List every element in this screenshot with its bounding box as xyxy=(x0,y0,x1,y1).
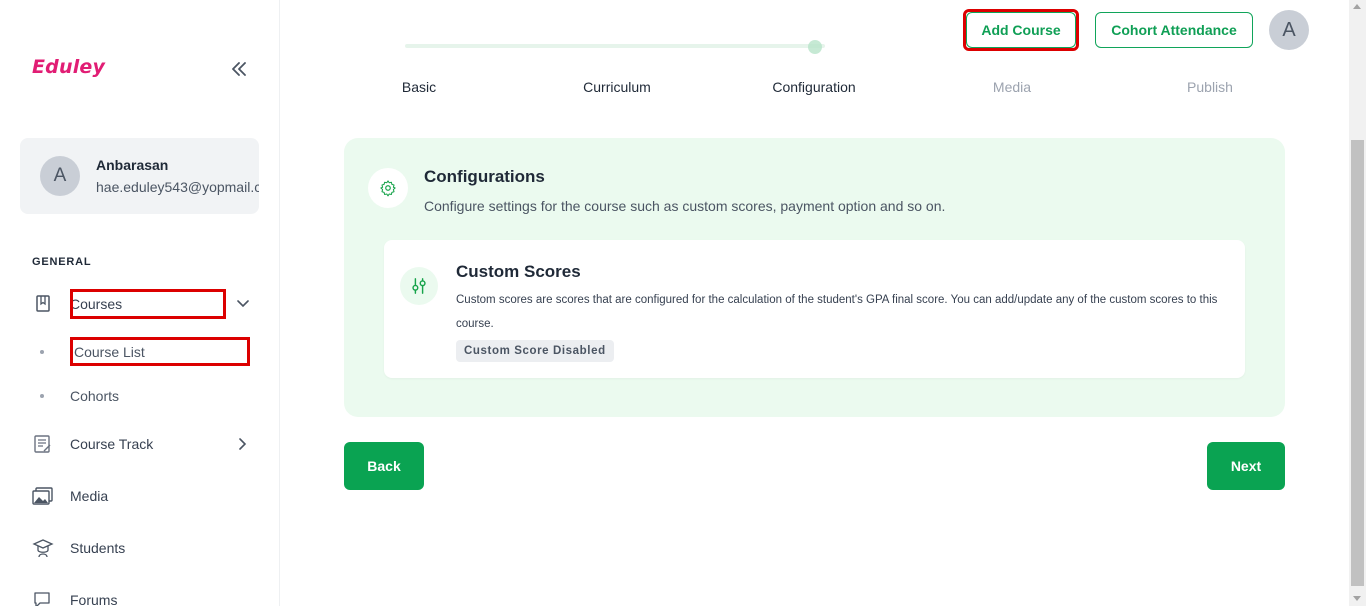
sidebar-item-course-track[interactable]: Course Track xyxy=(32,432,252,456)
profile-email: hae.eduley543@yopmail.com xyxy=(96,179,259,195)
book-icon xyxy=(32,293,54,315)
double-chevron-left-icon xyxy=(232,62,246,76)
stepper-progress-track xyxy=(405,44,825,48)
sidebar-item-cohorts[interactable]: Cohorts xyxy=(40,385,250,407)
configurations-title: Configurations xyxy=(424,167,545,186)
add-course-button[interactable]: Add Course xyxy=(966,12,1076,48)
next-button[interactable]: Next xyxy=(1207,442,1285,490)
track-icon xyxy=(32,433,54,455)
images-icon xyxy=(32,485,54,507)
custom-scores-title: Custom Scores xyxy=(456,262,581,281)
sidebar-item-courses[interactable]: Courses xyxy=(32,292,252,316)
step-configuration[interactable]: Configuration xyxy=(754,79,874,95)
configurations-description: Configure settings for the course such a… xyxy=(424,198,946,214)
profile-name: Anbarasan xyxy=(96,157,169,173)
sidebar-item-label: Cohorts xyxy=(70,388,120,404)
sidebar: Eduley A Anbarasan hae.eduley543@yopmail… xyxy=(0,0,280,606)
scroll-up-arrow-icon[interactable] xyxy=(1353,4,1361,9)
step-publish[interactable]: Publish xyxy=(1150,79,1270,95)
chevron-right-icon[interactable] xyxy=(236,437,250,451)
collapse-sidebar-button[interactable] xyxy=(226,56,252,82)
vertical-scrollbar[interactable] xyxy=(1349,0,1366,606)
cohort-attendance-button[interactable]: Cohort Attendance xyxy=(1095,12,1253,48)
user-avatar[interactable]: A xyxy=(1269,10,1309,50)
sidebar-item-label: Courses xyxy=(70,296,123,312)
step-curriculum[interactable]: Curriculum xyxy=(557,79,677,95)
app-root: Eduley A Anbarasan hae.eduley543@yopmail… xyxy=(0,0,1366,606)
back-button[interactable]: Back xyxy=(344,442,424,490)
avatar: A xyxy=(40,156,80,196)
sidebar-item-label: Forums xyxy=(70,592,118,606)
custom-scores-description: Custom scores are scores that are config… xyxy=(456,294,1218,330)
sidebar-item-course-list[interactable]: Course List xyxy=(40,341,250,363)
stepper-current-dot xyxy=(808,40,822,54)
sidebar-item-forums[interactable]: Forums xyxy=(32,588,252,606)
scroll-down-arrow-icon[interactable] xyxy=(1353,596,1361,601)
profile-card[interactable]: A Anbarasan hae.eduley543@yopmail.com xyxy=(20,138,259,214)
custom-scores-card[interactable]: Custom Scores Custom scores are scores t… xyxy=(384,240,1245,378)
eduley-logo[interactable]: Eduley xyxy=(32,56,105,78)
gear-icon xyxy=(368,168,408,208)
scrollbar-thumb[interactable] xyxy=(1351,140,1364,586)
sidebar-item-label: Students xyxy=(70,540,126,556)
step-media[interactable]: Media xyxy=(952,79,1072,95)
graduation-cap-icon xyxy=(32,537,54,559)
sidebar-item-label: Course List xyxy=(74,344,145,360)
step-basic[interactable]: Basic xyxy=(359,79,479,95)
chevron-down-icon[interactable] xyxy=(236,297,250,311)
bullet-dot xyxy=(40,350,44,354)
section-label-general: GENERAL xyxy=(32,256,92,268)
bullet-dot xyxy=(40,394,44,398)
sidebar-item-label: Course Track xyxy=(70,436,154,452)
chat-icon xyxy=(32,589,54,606)
sidebar-item-label: Media xyxy=(70,488,109,504)
sidebar-item-media[interactable]: Media xyxy=(32,484,252,508)
configurations-panel: Configurations Configure settings for th… xyxy=(344,138,1285,417)
sidebar-item-students[interactable]: Students xyxy=(32,536,252,560)
sliders-icon xyxy=(400,267,438,305)
custom-score-status-badge: Custom Score Disabled xyxy=(456,340,614,362)
